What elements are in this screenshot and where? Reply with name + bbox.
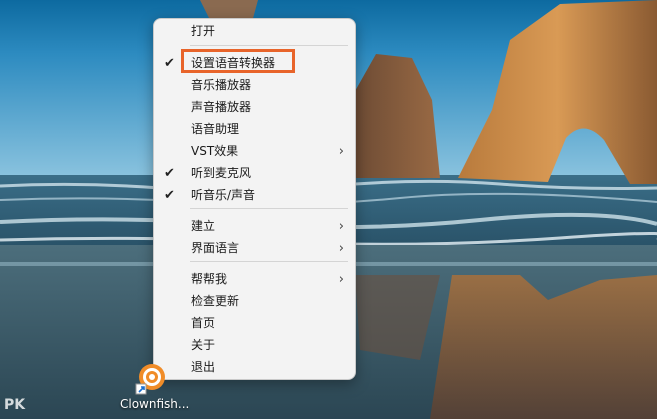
submenu-arrow-icon: › bbox=[338, 272, 344, 287]
menu-item[interactable]: VST效果 › bbox=[158, 141, 352, 162]
desktop: 打开 ✔ 设置语音转换器 音乐播放器 声音播放器 语音助理 VST效果 › ✔ 听到麦克风 ✔ 听音乐… bbox=[0, 0, 657, 419]
menu-separator bbox=[190, 261, 348, 262]
menu-separator bbox=[190, 45, 348, 46]
highlight-box bbox=[181, 49, 295, 73]
menu-item-label: 听到麦克风 bbox=[191, 166, 252, 180]
menu-item-label: 音乐播放器 bbox=[191, 78, 252, 92]
menu-item-label: 声音播放器 bbox=[191, 100, 252, 114]
menu-item-label: 打开 bbox=[191, 24, 216, 38]
checkmark-icon: ✔ bbox=[164, 188, 175, 203]
menu-item-label: 语音助理 bbox=[191, 122, 240, 136]
desktop-icon-label: Clownfish... bbox=[120, 397, 190, 411]
menu-item[interactable]: 音乐播放器 bbox=[158, 75, 352, 96]
menu-item[interactable]: ✔ 听音乐/声音 bbox=[158, 185, 352, 206]
menu-item[interactable]: 打开 bbox=[158, 21, 352, 42]
menu-item[interactable]: 界面语言 › bbox=[158, 238, 352, 259]
menu-item[interactable]: 首页 bbox=[158, 313, 352, 334]
menu-item[interactable]: 帮帮我 › bbox=[158, 269, 352, 290]
menu-item-label: VST效果 bbox=[191, 144, 239, 158]
menu-item-label: 听音乐/声音 bbox=[191, 188, 256, 202]
menu-item-label: 检查更新 bbox=[191, 294, 240, 308]
menu-item[interactable]: 关于 bbox=[158, 335, 352, 356]
menu-item[interactable]: 退出 bbox=[158, 357, 352, 378]
menu-item[interactable]: 检查更新 bbox=[158, 291, 352, 312]
submenu-arrow-icon: › bbox=[338, 219, 344, 234]
menu-item[interactable]: 建立 › bbox=[158, 216, 352, 237]
submenu-arrow-icon: › bbox=[338, 144, 344, 159]
menu-item-label: 退出 bbox=[191, 360, 216, 374]
menu-item-label: 首页 bbox=[191, 316, 216, 330]
menu-item[interactable]: 声音播放器 bbox=[158, 97, 352, 118]
watermark: PK bbox=[4, 397, 26, 413]
desktop-icon-clownfish[interactable]: Clownfish... bbox=[120, 360, 190, 416]
menu-item-label: 帮帮我 bbox=[191, 272, 228, 286]
submenu-arrow-icon: › bbox=[338, 241, 344, 256]
menu-item[interactable]: ✔ 听到麦克风 bbox=[158, 163, 352, 184]
menu-item-label: 关于 bbox=[191, 338, 216, 352]
menu-item-label: 建立 bbox=[191, 219, 216, 233]
checkmark-icon: ✔ bbox=[164, 56, 175, 71]
menu-separator bbox=[190, 208, 348, 209]
clownfish-app-icon bbox=[135, 364, 165, 395]
menu-item[interactable]: 语音助理 bbox=[158, 119, 352, 140]
menu-item-label: 界面语言 bbox=[191, 241, 240, 255]
checkmark-icon: ✔ bbox=[164, 166, 175, 181]
